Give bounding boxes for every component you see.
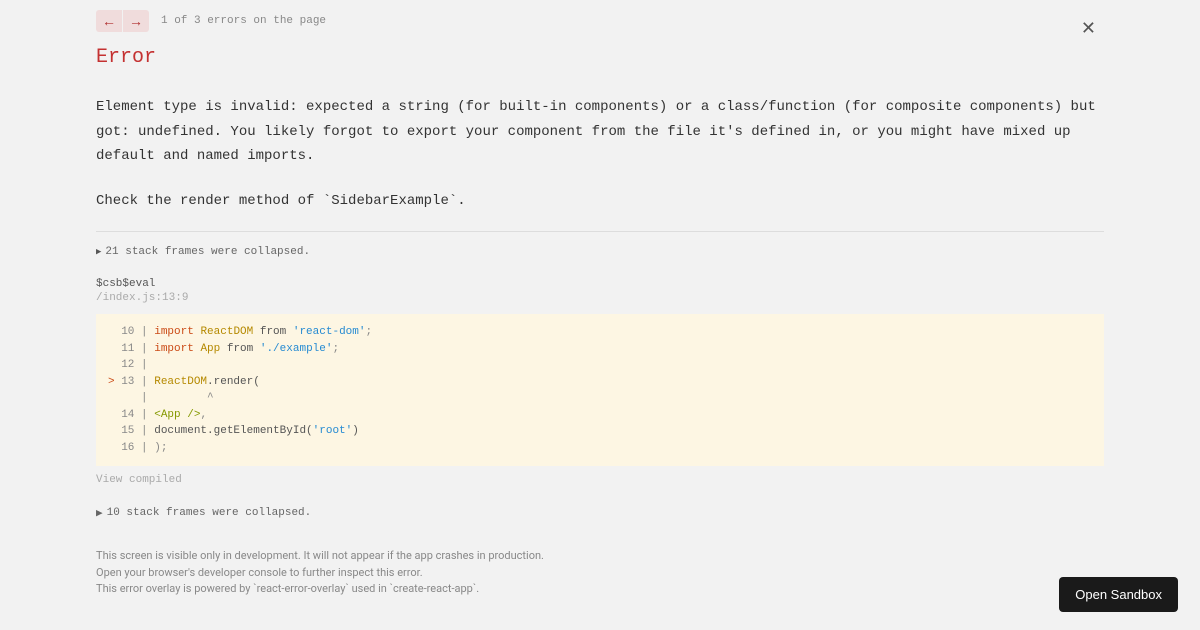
close-button[interactable]: ✕ [1081, 18, 1096, 39]
stack-frame-function: $csb$eval [96, 278, 1104, 290]
prev-error-button[interactable]: ← [96, 10, 122, 32]
footer-note: This screen is visible only in developme… [96, 548, 1104, 598]
error-nav: ← → 1 of 3 errors on the page [96, 10, 1104, 32]
chevron-right-icon: ▶ [96, 247, 101, 257]
footer-line: This error overlay is powered by `react-… [96, 581, 1104, 598]
collapsed-frames-label: 21 stack frames were collapsed. [105, 246, 310, 258]
close-icon: ✕ [1081, 18, 1096, 38]
error-message: Element type is invalid: expected a stri… [96, 95, 1104, 169]
error-counter: 1 of 3 errors on the page [161, 15, 326, 27]
open-sandbox-button[interactable]: Open Sandbox [1059, 577, 1178, 612]
collapsed-frames-label-2: 10 stack frames were collapsed. [107, 507, 312, 519]
footer-line: Open your browser's developer console to… [96, 565, 1104, 582]
error-title: Error [96, 46, 1104, 69]
divider [96, 231, 1104, 232]
error-check-render: Check the render method of `SidebarExamp… [96, 189, 1104, 214]
code-snippet: 10 | import ReactDOM from 'react-dom'; 1… [96, 314, 1104, 466]
footer-line: This screen is visible only in developme… [96, 548, 1104, 565]
stack-frame-location[interactable]: /index.js:13:9 [96, 292, 1104, 304]
chevron-right-icon: ▶ [96, 506, 103, 520]
collapsed-frames-toggle-2[interactable]: ▶ 10 stack frames were collapsed. [96, 506, 1104, 520]
next-error-button[interactable]: → [123, 10, 149, 32]
collapsed-frames-toggle[interactable]: ▶ 21 stack frames were collapsed. [96, 246, 1104, 258]
view-compiled-link[interactable]: View compiled [96, 474, 1104, 486]
